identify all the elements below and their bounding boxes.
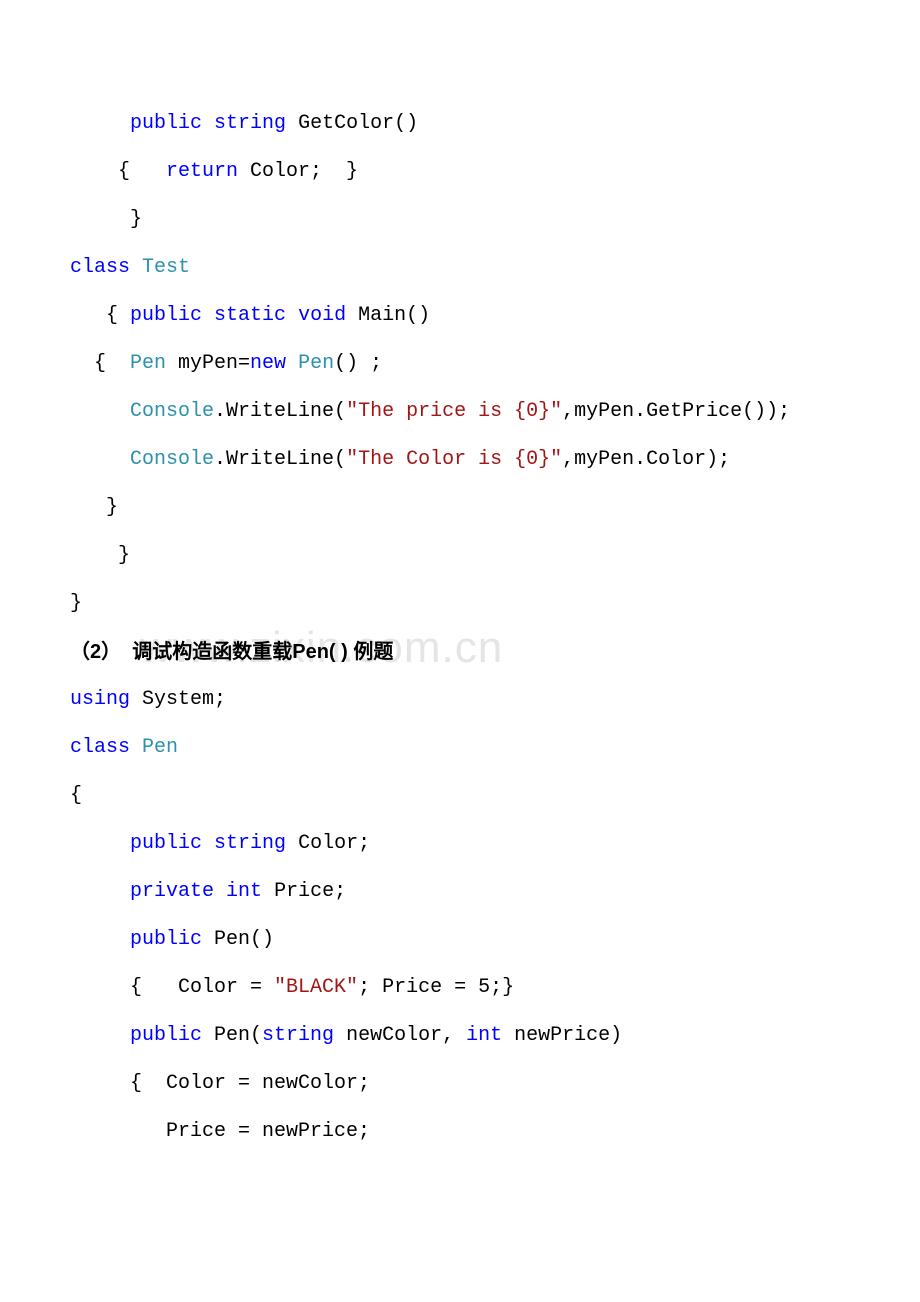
code-line: { public static void Main(): [70, 292, 855, 340]
code-line: public string GetColor(): [70, 100, 855, 148]
code-line: { Pen myPen=new Pen() ;: [70, 340, 855, 388]
document-content: public string GetColor() { return Color;…: [70, 100, 855, 1156]
code-line: public Pen(): [70, 916, 855, 964]
code-line: {: [70, 772, 855, 820]
code-line: class Test: [70, 244, 855, 292]
code-line: public Pen(string newColor, int newPrice…: [70, 1012, 855, 1060]
code-line: Console.WriteLine("The price is {0}",myP…: [70, 388, 855, 436]
code-line: }: [70, 580, 855, 628]
code-line: { Color = "BLACK"; Price = 5;}: [70, 964, 855, 1012]
code-line: { Color = newColor;: [70, 1060, 855, 1108]
code-line: Price = newPrice;: [70, 1108, 855, 1156]
code-line: { return Color; }: [70, 148, 855, 196]
code-line: public string Color;: [70, 820, 855, 868]
code-line: private int Price;: [70, 868, 855, 916]
code-line: class Pen: [70, 724, 855, 772]
code-line: using System;: [70, 676, 855, 724]
code-line: }: [70, 532, 855, 580]
section-heading: （2） 调试构造函数重载Pen( ) 例题: [70, 628, 855, 676]
code-line: }: [70, 484, 855, 532]
code-line: }: [70, 196, 855, 244]
code-line: Console.WriteLine("The Color is {0}",myP…: [70, 436, 855, 484]
